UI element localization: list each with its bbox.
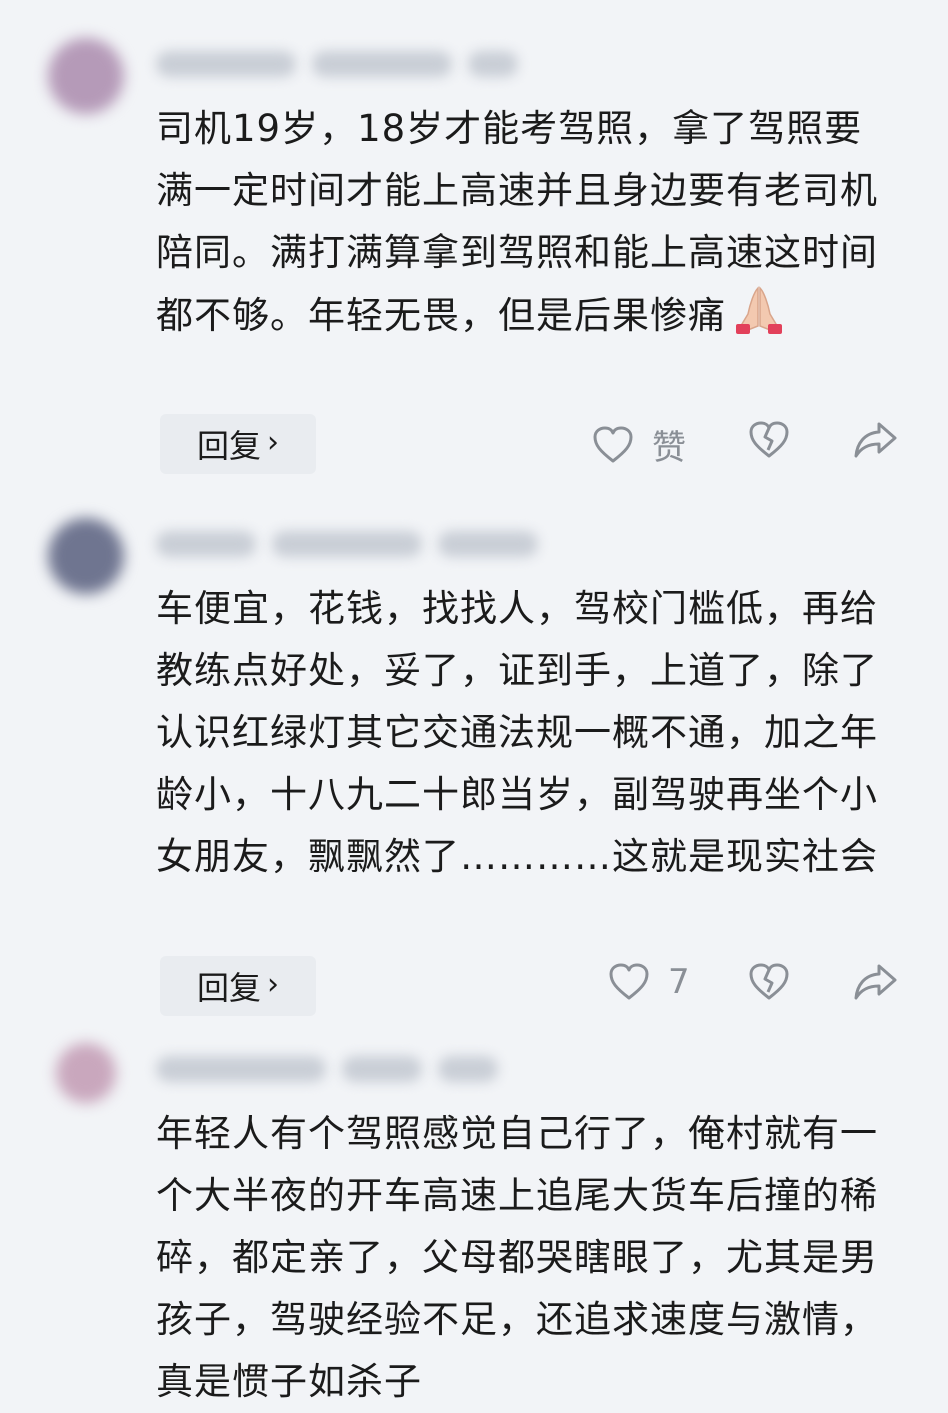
avatar[interactable] — [48, 518, 124, 594]
broken-heart-icon[interactable] — [748, 962, 790, 1002]
comment-actions: 回复 › 7 — [0, 956, 948, 1020]
comment-list: 司机19岁，18岁才能考驾照，拿了驾照要满一定时间才能上高速并且身边要有老司机陪… — [0, 0, 948, 1404]
username-blurred[interactable] — [156, 44, 518, 84]
username-blurred[interactable] — [156, 1049, 498, 1089]
heart-outline-icon — [592, 425, 634, 465]
comment-actions: 回复 › 赞 — [0, 414, 948, 478]
like-button[interactable]: 赞 — [592, 420, 686, 469]
comment-text-content: 车便宜，花钱，找找人，驾校门槛低，再给教练点好处，妥了，证到手，上道了，除了认识… — [156, 587, 878, 878]
share-arrow-icon[interactable] — [852, 962, 898, 1002]
share-arrow-icon[interactable] — [852, 420, 898, 460]
comment-text-content: 年轻人有个驾照感觉自己行了，俺村就有一个大半夜的开车高速上追尾大货车后撞的稀碎，… — [156, 1112, 878, 1403]
like-label: 赞 — [652, 428, 686, 468]
username-blurred[interactable] — [156, 524, 538, 564]
comment-text: 年轻人有个驾照感觉自己行了，俺村就有一个大半夜的开车高速上追尾大货车后撞的稀碎，… — [156, 1103, 896, 1413]
reply-label: 回复 — [196, 969, 261, 1007]
reply-button[interactable]: 回复 › — [160, 956, 316, 1016]
chevron-right-icon: › — [267, 425, 279, 460]
broken-heart-icon[interactable] — [748, 420, 790, 460]
folded-hands-emoji — [730, 284, 788, 334]
like-button[interactable]: 7 — [608, 962, 690, 1002]
avatar[interactable] — [48, 38, 124, 114]
reply-label: 回复 — [196, 427, 261, 465]
heart-outline-icon — [608, 962, 650, 1002]
reply-button[interactable]: 回复 › — [160, 414, 316, 474]
chevron-right-icon: › — [267, 967, 279, 1002]
comment-text: 司机19岁，18岁才能考驾照，拿了驾照要满一定时间才能上高速并且身边要有老司机陪… — [156, 98, 896, 347]
like-count: 7 — [668, 962, 690, 1002]
comment-text: 车便宜，花钱，找找人，驾校门槛低，再给教练点好处，妥了，证到手，上道了，除了认识… — [156, 578, 896, 888]
avatar[interactable] — [56, 1043, 116, 1103]
